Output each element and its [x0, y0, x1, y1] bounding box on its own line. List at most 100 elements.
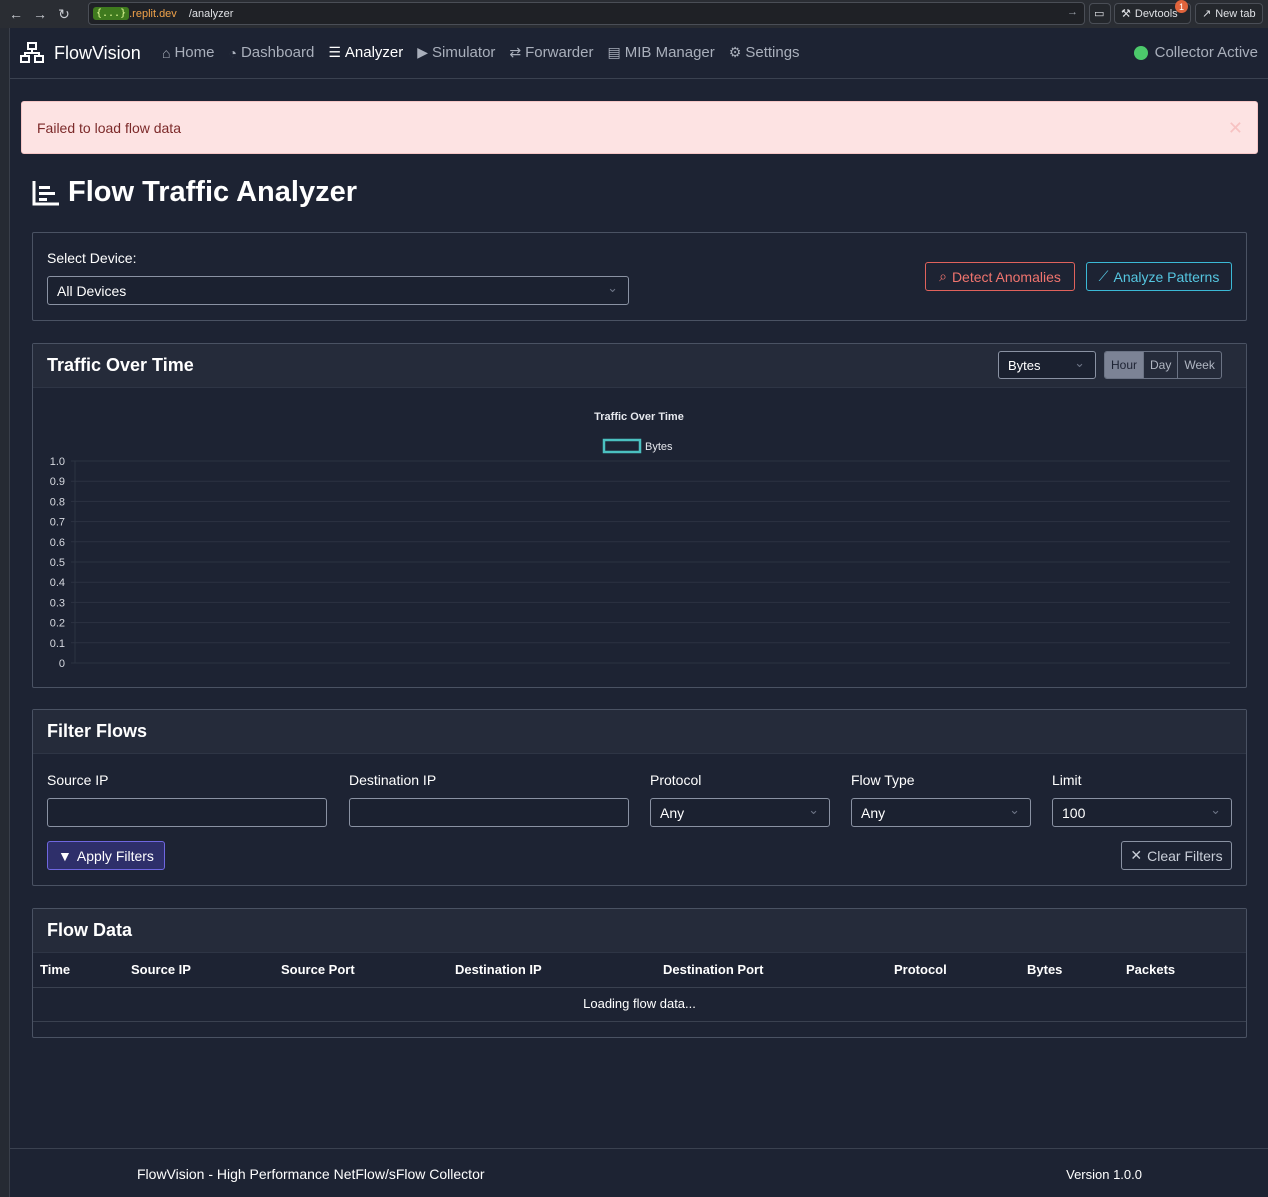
column-header-packets[interactable]: Packets: [1126, 962, 1175, 977]
nav-simulator[interactable]: ▶ Simulator: [417, 44, 495, 61]
column-header-bytes[interactable]: Bytes: [1027, 962, 1062, 977]
y-tick-label: 0.3: [50, 597, 65, 609]
destination-ip-input[interactable]: [349, 798, 629, 827]
cast-icon[interactable]: ▭: [1089, 3, 1111, 24]
address-bar[interactable]: {...} .replit.dev /analyzer →: [88, 2, 1085, 25]
device-select[interactable]: All Devices: [47, 276, 629, 305]
limit-label: Limit: [1052, 772, 1082, 788]
protocol-label: Protocol: [650, 772, 702, 788]
column-header-source-ip[interactable]: Source IP: [131, 962, 191, 977]
table-divider: [33, 1021, 1246, 1022]
collector-status: Collector Active: [1133, 44, 1258, 61]
nav-dashboard[interactable]: ◔ Dashboard: [228, 44, 314, 61]
nav-links: ⌂ Home ◔ Dashboard ☰ Analyzer ▶ Simulator ⇄ F…: [162, 44, 800, 61]
column-header-source-port[interactable]: Source Port: [281, 962, 355, 977]
limit-select[interactable]: 100: [1052, 798, 1232, 827]
column-header-time[interactable]: Time: [40, 962, 70, 977]
time-range-group: Hour Day Week: [1104, 351, 1222, 379]
devtools-label: Devtools: [1134, 7, 1178, 20]
legend-swatch-bytes: [602, 438, 642, 454]
column-header-destination-ip[interactable]: Destination IP: [455, 962, 542, 977]
column-header-destination-port[interactable]: Destination Port: [663, 962, 763, 977]
filter-icon: ▼: [58, 847, 72, 864]
y-tick-label: 0.6: [50, 537, 65, 549]
apply-filters-button[interactable]: ▼ Apply Filters: [47, 841, 165, 870]
nav-simulator-label: Simulator: [432, 44, 496, 61]
nav-settings-label: Settings: [745, 44, 800, 61]
y-tick-label: 0.4: [50, 577, 65, 589]
close-icon[interactable]: ✕: [1228, 118, 1243, 139]
flow-type-select-value: Any: [861, 804, 886, 821]
forward-icon[interactable]: →: [30, 4, 50, 24]
y-tick-label: 0.9: [50, 476, 65, 488]
new-tab-button[interactable]: ↗ New tab: [1195, 3, 1263, 24]
limit-select-value: 100: [1062, 804, 1086, 821]
devtools-badge: 1: [1175, 0, 1188, 13]
legend-label-bytes: Bytes: [645, 441, 673, 453]
app-navbar: FlowVision ⌂ Home ◔ Dashboard ☰ Analyzer ▶ S…: [10, 28, 1268, 79]
page-title: Flow Traffic Analyzer: [32, 176, 357, 209]
reload-icon[interactable]: ↻: [54, 4, 74, 24]
detect-anomalies-button[interactable]: ⌕ Detect Anomalies: [925, 262, 1075, 291]
destination-ip-label: Destination IP: [349, 772, 437, 788]
detect-anomalies-label: Detect Anomalies: [951, 268, 1061, 285]
analyzer-icon: [32, 180, 59, 205]
traffic-header-title: Traffic Over Time: [47, 355, 194, 375]
flow-type-label: Flow Type: [851, 772, 915, 788]
filter-card-header: Filter Flows: [33, 710, 1246, 754]
play-icon: ▶: [417, 44, 429, 60]
nav-settings[interactable]: ⚙ Settings: [729, 44, 800, 61]
source-ip-input[interactable]: [47, 798, 327, 827]
url-path: /analyzer: [188, 7, 234, 20]
y-tick-label: 0.8: [50, 496, 65, 508]
flow-type-select[interactable]: Any: [851, 798, 1031, 827]
y-tick-label: 0.1: [50, 638, 65, 650]
alert-message: Failed to load flow data: [37, 119, 181, 136]
status-dot-icon: [1133, 45, 1148, 60]
nav-home-label: Home: [174, 44, 215, 61]
analyzer-icon: ☰: [328, 44, 341, 60]
metric-select-value: Bytes: [1008, 357, 1041, 373]
footer-version: Version 1.0.0: [1066, 1167, 1142, 1182]
apply-filters-label: Apply Filters: [76, 847, 154, 864]
devtools-button[interactable]: ⚒ Devtools 1: [1114, 0, 1191, 24]
brand-name: FlowVision: [54, 42, 141, 63]
url-host: .replit.dev: [129, 7, 177, 20]
range-day-button[interactable]: Day: [1144, 352, 1179, 378]
exchange-icon: ⇄: [509, 44, 522, 60]
new-tab-label: New tab: [1215, 7, 1256, 20]
error-alert: Failed to load flow data ✕: [21, 101, 1258, 154]
nav-mib-manager[interactable]: ▤ MIB Manager: [608, 44, 715, 61]
protocol-select[interactable]: Any: [650, 798, 830, 827]
line-chart-icon: ⟋: [1098, 268, 1109, 284]
home-icon: ⌂: [162, 44, 171, 61]
clear-filters-label: Clear Filters: [1147, 847, 1223, 864]
page-title-text: Flow Traffic Analyzer: [68, 176, 357, 208]
source-ip-label: Source IP: [47, 772, 109, 788]
network-icon: [20, 42, 44, 63]
chart-title: Traffic Over Time: [594, 411, 684, 423]
gear-icon: ⚙: [728, 44, 742, 60]
analyze-patterns-button[interactable]: ⟋ Analyze Patterns: [1086, 262, 1232, 291]
traffic-chart: Traffic Over Time Bytes 0 0.1 0.2 0.3 0.4 0.5…: [50, 411, 1230, 670]
clear-filters-button[interactable]: ✕ Clear Filters: [1121, 841, 1232, 870]
go-arrow-icon[interactable]: →: [1067, 6, 1078, 18]
table-divider: [33, 987, 1246, 988]
nav-forwarder[interactable]: ⇄ Forwarder: [509, 44, 593, 61]
footer-text: FlowVision - High Performance NetFlow/sF…: [137, 1166, 485, 1182]
y-tick-label: 0.7: [50, 517, 65, 529]
nav-analyzer-label: Analyzer: [344, 44, 404, 61]
brand[interactable]: FlowVision: [20, 42, 141, 64]
range-week-button[interactable]: Week: [1178, 352, 1220, 378]
y-tick-label: 0: [59, 658, 65, 670]
range-hour-button[interactable]: Hour: [1105, 352, 1145, 378]
flow-data-card-header: Flow Data: [33, 909, 1246, 953]
nav-analyzer[interactable]: ☰ Analyzer: [328, 44, 403, 61]
metric-select[interactable]: Bytes: [998, 351, 1096, 379]
wrench-icon: ⚒: [1121, 8, 1131, 20]
column-header-protocol[interactable]: Protocol: [894, 962, 947, 977]
nav-home[interactable]: ⌂ Home: [162, 44, 214, 61]
back-icon[interactable]: ←: [6, 4, 26, 24]
y-tick-label: 1.0: [50, 456, 65, 468]
flow-data-header-title: Flow Data: [47, 920, 133, 940]
